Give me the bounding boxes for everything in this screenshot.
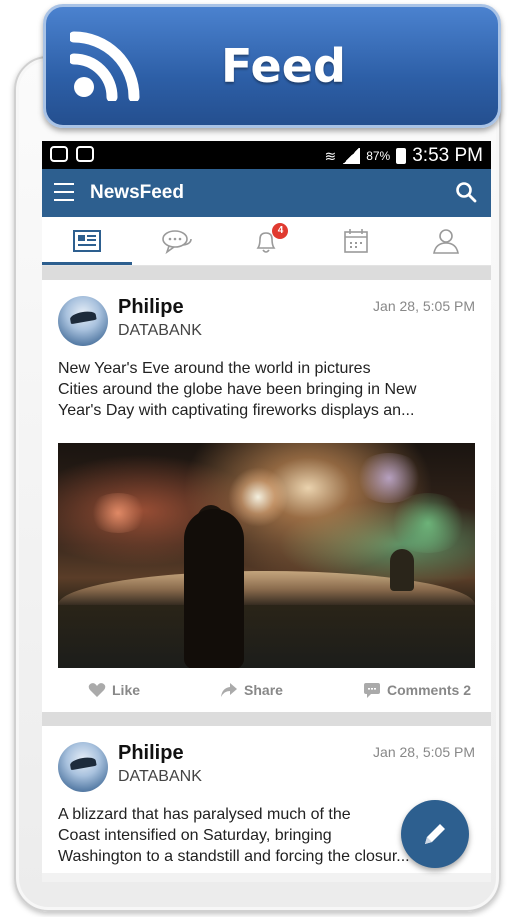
share-icon: [221, 683, 238, 697]
comments-button[interactable]: Comments 2: [363, 682, 471, 698]
post-timestamp: Jan 28, 5:05 PM: [373, 744, 475, 760]
feed-divider: [42, 266, 491, 280]
post-photo-fireworks[interactable]: [58, 443, 475, 668]
post-author[interactable]: Philipe: [118, 296, 184, 319]
menu-icon[interactable]: [54, 183, 74, 201]
tab-chat[interactable]: [132, 217, 222, 265]
app-bar: NewsFeed: [42, 169, 491, 217]
tab-notifications[interactable]: 4: [222, 217, 312, 265]
chat-icon: [161, 230, 192, 255]
post-header: Philipe DATABANK Jan 28, 5:05 PM: [58, 280, 475, 354]
post-author[interactable]: Philipe: [118, 742, 184, 765]
search-icon[interactable]: [455, 181, 477, 203]
post-actions: Like Share Comments 2: [58, 668, 475, 712]
pencil-icon: [425, 824, 445, 844]
compose-button[interactable]: [401, 800, 469, 868]
share-button[interactable]: Share: [220, 682, 283, 698]
clock: 3:53 PM: [412, 145, 483, 166]
post-text-line: Year's Day with captivating fireworks di…: [58, 402, 415, 419]
post-text-line: Cities around the globe have been bringi…: [58, 381, 417, 398]
feed-divider: [42, 712, 491, 726]
post-card[interactable]: Philipe DATABANK Jan 28, 5:05 PM New Yea…: [42, 280, 491, 712]
post-text-line: New Year's Eve around the world in pictu…: [58, 360, 371, 377]
tab-news[interactable]: [42, 217, 132, 265]
avatar[interactable]: [58, 296, 108, 346]
app-notification-icon: [50, 146, 68, 162]
like-label: Like: [112, 682, 141, 698]
calendar-icon: [344, 229, 369, 253]
avatar[interactable]: [58, 742, 108, 792]
status-right: ≋ 87% 3:53 PM: [324, 145, 483, 167]
tab-bar: 4: [42, 217, 491, 266]
comment-icon: [363, 683, 380, 698]
status-left-icons: [50, 146, 94, 162]
person-icon: [433, 229, 460, 254]
post-source: DATABANK: [118, 768, 202, 785]
feed-header-badge: Feed: [43, 4, 501, 128]
comments-label: Comments 2: [386, 682, 471, 698]
share-label: Share: [244, 682, 283, 698]
app-title: NewsFeed: [90, 182, 184, 203]
battery-icon: [396, 148, 407, 164]
clipboard-icon: [76, 146, 94, 162]
phone-screen: ≋ 87% 3:53 PM NewsFeed 4 Philipe DATABAN…: [42, 141, 491, 882]
wifi-icon: ≋: [324, 147, 337, 164]
status-bar: ≋ 87% 3:53 PM: [42, 141, 491, 169]
post-body[interactable]: New Year's Eve around the world in pictu…: [58, 354, 475, 427]
battery-percent: 87%: [366, 149, 391, 163]
heart-icon: [88, 683, 106, 697]
rss-icon: [70, 31, 140, 101]
post-timestamp: Jan 28, 5:05 PM: [373, 298, 475, 314]
like-button[interactable]: Like: [88, 682, 140, 698]
tab-profile[interactable]: [401, 217, 491, 265]
post-source: DATABANK: [118, 322, 202, 339]
tab-calendar[interactable]: [311, 217, 401, 265]
signal-icon: [342, 148, 361, 164]
feed-title: Feed: [221, 39, 346, 93]
post-header: Philipe DATABANK Jan 28, 5:05 PM: [58, 726, 475, 800]
news-icon: [72, 230, 101, 252]
notification-count-badge: 4: [272, 223, 289, 239]
